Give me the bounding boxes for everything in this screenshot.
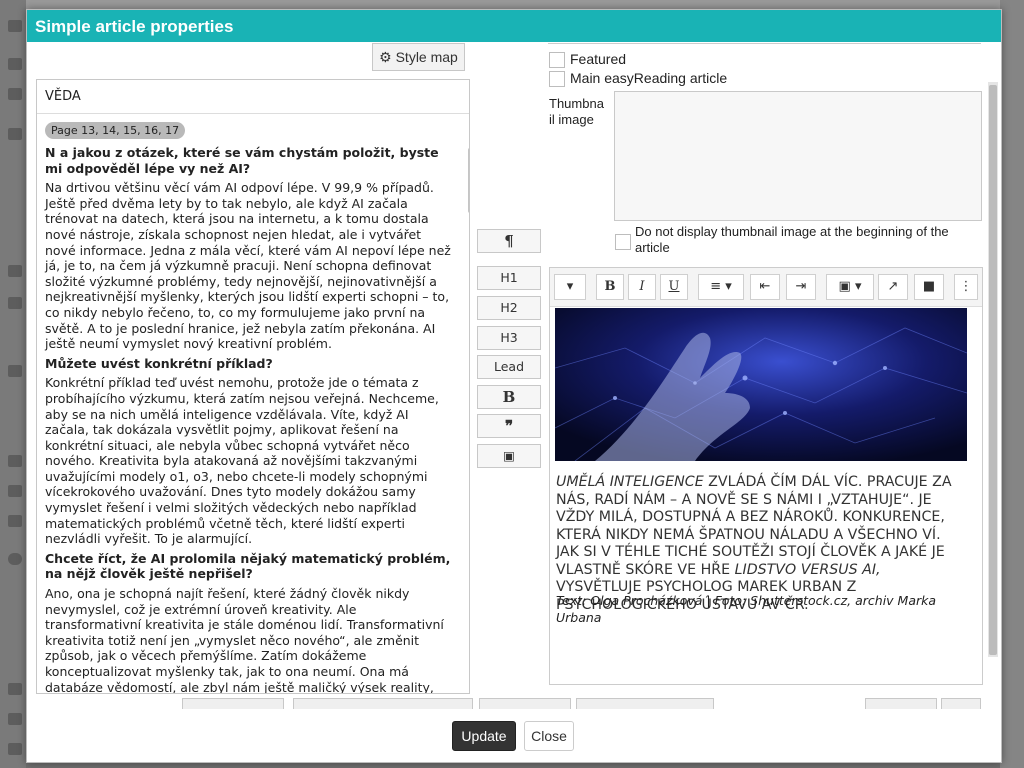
rich-text-editor[interactable]: ▾ B I U ≡ ▾ ⇤ ⇥ ▣ ▾ ↗ ■ ⋮ UMĚLÁ INTELIGE… (549, 267, 983, 685)
chevron-down-icon: ▾ (725, 279, 732, 294)
insert-link-button[interactable]: ↗ (878, 274, 908, 300)
article-settings-panel: Featured Main easyReading article Thumbn… (548, 43, 983, 685)
bold-button[interactable]: B (596, 274, 624, 300)
paragraph-style-button[interactable]: ¶ (477, 229, 541, 253)
h1-style-button[interactable]: H1 (477, 266, 541, 290)
hidden-control (576, 698, 714, 709)
external-link-icon: ↗ (887, 279, 899, 294)
italic-button[interactable]: I (628, 274, 656, 300)
close-button[interactable]: Close (524, 721, 574, 751)
caption-emphasis: LIDSTVO VERSUS AI, (734, 561, 881, 578)
dialog-titlebar: Simple article properties (27, 10, 1001, 42)
indent-icon: ⇥ (795, 279, 807, 294)
hidden-control (865, 698, 937, 709)
bg-tool-icon (8, 58, 22, 70)
source-article-text[interactable]: N a jakou z otázek, které se vám chystám… (37, 139, 463, 694)
featured-checkbox[interactable] (549, 52, 565, 68)
hidden-control (941, 698, 981, 709)
h2-style-button[interactable]: H2 (477, 296, 541, 320)
insert-video-button[interactable]: ■ (914, 274, 944, 300)
underline-button[interactable]: U (660, 274, 688, 300)
hidden-control (182, 698, 284, 709)
more-vertical-icon: ⋮ (959, 279, 973, 294)
image-style-button[interactable]: ▣ (477, 444, 541, 468)
editor-toolbar: ▾ B I U ≡ ▾ ⇤ ⇥ ▣ ▾ ↗ ■ ⋮ (550, 268, 982, 307)
dialog-title: Simple article properties (35, 17, 234, 36)
bg-tool-icon (8, 265, 22, 277)
bg-tool-icon (8, 20, 22, 32)
bg-tool-icon (8, 128, 22, 140)
chevron-down-icon: ▾ (566, 279, 574, 294)
hidden-control (479, 698, 571, 709)
section-name: VĚDA (37, 80, 469, 114)
main-easyreading-checkbox[interactable] (549, 71, 565, 87)
divider (548, 43, 981, 44)
article-question: N a jakou z otázek, které se vám chystám… (45, 145, 439, 176)
caption-emphasis: UMĚLÁ INTELIGENCE (556, 474, 704, 490)
background-left-toolbar (0, 0, 26, 768)
list-dropdown[interactable]: ≡ ▾ (698, 274, 744, 300)
article-answer: Konkrétní příklad teď uvést nemohu, prot… (45, 375, 439, 547)
thumbnail-image-dropzone[interactable] (614, 91, 982, 221)
bg-tool-icon (8, 515, 22, 527)
format-dropdown[interactable]: ▾ (554, 274, 586, 300)
page-badge: Page 13, 14, 15, 16, 17 (45, 122, 186, 139)
style-map-label: Style map (395, 49, 458, 65)
bg-tool-icon (8, 683, 22, 695)
dialog-scrollbar-thumb[interactable] (989, 85, 997, 655)
article-lead-image[interactable] (555, 308, 967, 461)
h3-style-button[interactable]: H3 (477, 326, 541, 350)
bg-tool-icon (8, 455, 22, 467)
article-question: Chcete říct, že AI prolomila nějaký mate… (45, 550, 451, 582)
image-icon: ▣ (838, 279, 851, 294)
bg-tool-icon (8, 713, 22, 725)
bg-tool-icon (8, 297, 22, 309)
outdent-button[interactable]: ⇤ (750, 274, 780, 300)
indent-button[interactable]: ⇥ (786, 274, 816, 300)
hide-thumbnail-checkbox[interactable] (615, 234, 631, 250)
thumbnail-label-line1: Thumbna (549, 96, 604, 111)
bold-style-button[interactable]: B (477, 385, 541, 409)
outdent-icon: ⇤ (759, 279, 771, 294)
article-credits: Text: Olga Procházková | Foto: Shutterst… (556, 593, 937, 625)
main-easyreading-label: Main easyReading article (570, 70, 728, 86)
bg-tool-icon (8, 485, 22, 497)
lead-style-button[interactable]: Lead (477, 355, 541, 379)
background-right-panel (1000, 0, 1024, 768)
style-map-button[interactable]: ⚙ Style map (372, 43, 465, 71)
bg-tool-icon (8, 365, 22, 377)
article-question: Můžete uvést konkrétní příklad? (45, 355, 273, 371)
update-button[interactable]: Update (452, 721, 516, 751)
source-panel-scrollbar[interactable] (468, 148, 469, 213)
bg-tool-icon (8, 88, 22, 100)
thumbnail-label-line2: il image (549, 112, 594, 127)
article-answer: Ano, ona je schopná najít řešení, které … (45, 586, 444, 694)
gear-icon: ⚙ (379, 49, 392, 65)
featured-label: Featured (570, 51, 627, 67)
hidden-control (293, 698, 473, 709)
more-options-button[interactable]: ⋮ (954, 274, 978, 300)
quote-style-button[interactable]: ❞ (477, 414, 541, 438)
bg-close-icon (8, 553, 22, 565)
article-properties-dialog: Simple article properties ⚙ Style map VĚ… (26, 9, 1002, 763)
source-text-panel[interactable]: VĚDA Page 13, 14, 15, 16, 17 N a jakou z… (36, 79, 470, 694)
hide-thumbnail-label-line1: Do not display thumbnail image at the be… (635, 224, 949, 239)
insert-image-dropdown[interactable]: ▣ ▾ (826, 274, 874, 300)
article-answer: Na drtivou většinu věcí vám AI odpoví lé… (45, 180, 451, 352)
chevron-down-icon: ▾ (854, 279, 862, 294)
video-camera-icon: ■ (922, 279, 936, 294)
hide-thumbnail-label-line2: article (635, 240, 670, 255)
list-icon: ≡ (710, 279, 722, 294)
bg-tool-icon (8, 743, 22, 755)
